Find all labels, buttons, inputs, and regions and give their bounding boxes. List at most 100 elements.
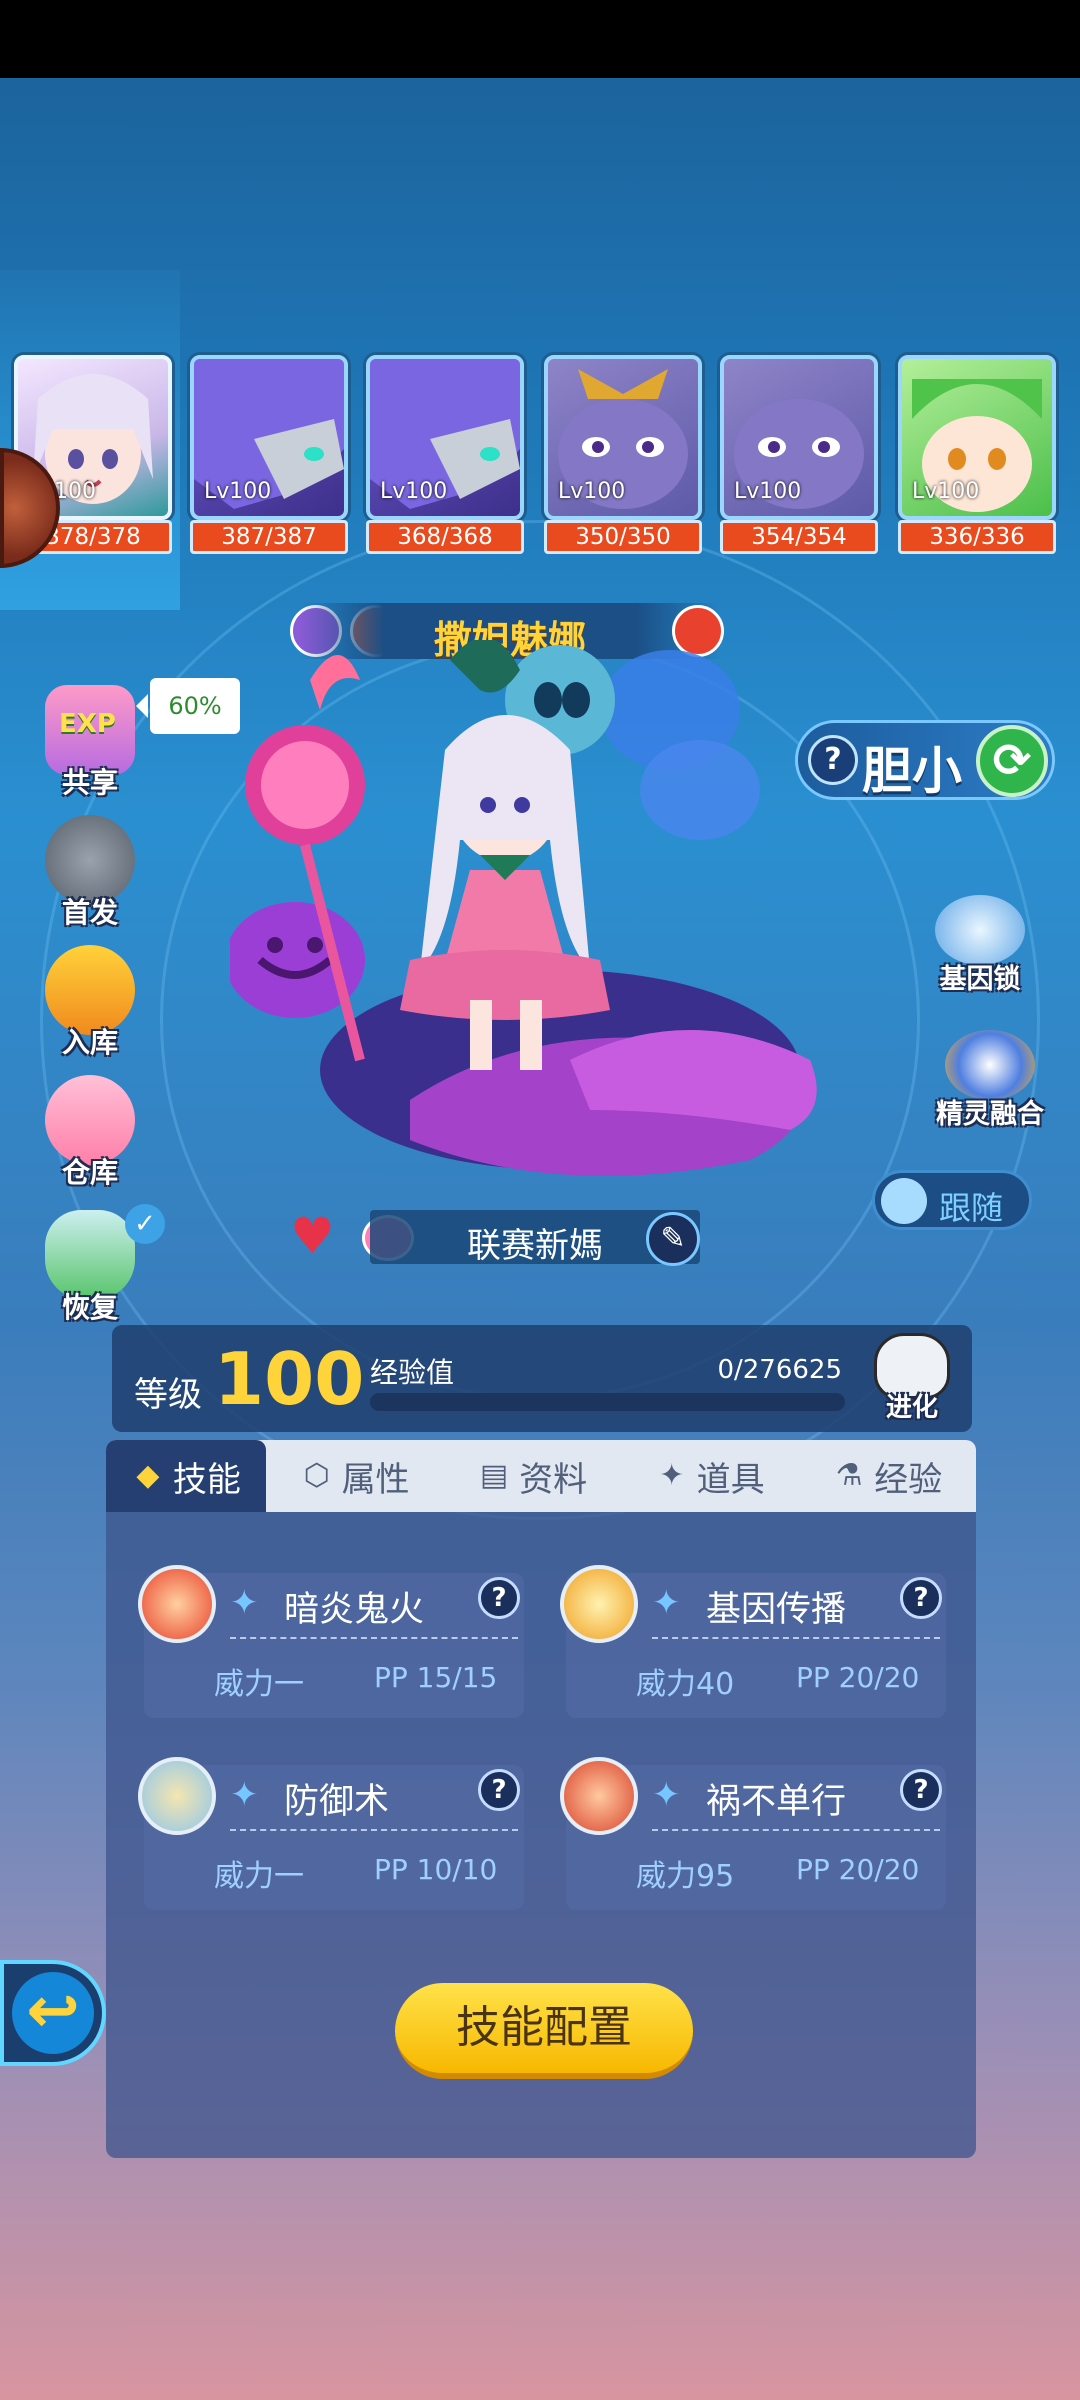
team-slot-hp: 350/350 xyxy=(544,520,702,554)
skill-power: 威力一 xyxy=(214,1667,304,1702)
recover-label: 恢复 xyxy=(61,1291,118,1324)
pin-icon: ✦ xyxy=(230,1583,259,1623)
tab-skills[interactable]: ◆ 技能 xyxy=(106,1440,266,1512)
skill-card[interactable]: ✦ 基因传播 ? 威力40 PP 20/20 xyxy=(560,1565,946,1718)
pin-icon: ✦ xyxy=(659,1458,685,1493)
skill-card[interactable]: ✦ 暗炎鬼火 ? 威力一 PP 15/15 xyxy=(138,1565,524,1718)
skill-power: 威力95 xyxy=(636,1859,735,1894)
skill-pp: PP 20/20 xyxy=(796,1661,920,1694)
gene-lock-icon xyxy=(935,895,1025,965)
skill-help-icon[interactable]: ? xyxy=(900,1769,942,1811)
team-slot-level: 100 xyxy=(54,479,96,504)
tab-items[interactable]: ✦ 道具 xyxy=(621,1440,799,1512)
exp-label: 经验值 xyxy=(370,1356,455,1389)
warehouse-button[interactable]: 仓库 xyxy=(40,1075,140,1191)
skill-pp: PP 20/20 xyxy=(796,1853,920,1886)
clipboard-icon: ▤ xyxy=(479,1458,509,1493)
pet-character-art xyxy=(230,640,817,1176)
level-bar: 等级 100 经验值 0/276625 进化 xyxy=(112,1325,972,1432)
skill-divider xyxy=(230,1829,518,1831)
ghost-skill-icon xyxy=(560,1757,638,1835)
skill-card[interactable]: ✦ 防御术 ? 威力一 PP 10/10 xyxy=(138,1757,524,1910)
tab-info[interactable]: ▤ 资料 xyxy=(443,1440,621,1512)
fusion-icon xyxy=(945,1030,1035,1100)
level-value: 100 xyxy=(214,1337,365,1421)
skill-card[interactable]: ✦ 祸不单行 ? 威力95 PP 20/20 xyxy=(560,1757,946,1910)
skill-power: 威力40 xyxy=(636,1667,735,1702)
skill-divider xyxy=(652,1829,940,1831)
trait-label: 胆小 xyxy=(862,742,962,800)
flame-skill-icon xyxy=(138,1565,216,1643)
gene-lock-label: 基因锁 xyxy=(939,964,1021,995)
tab-label: 资料 xyxy=(519,1459,588,1500)
edit-nickname-icon[interactable]: ✎ xyxy=(646,1212,700,1266)
skill-divider xyxy=(652,1637,940,1639)
tab-label: 道具 xyxy=(696,1459,765,1500)
skill-name: 祸不单行 xyxy=(706,1782,847,1822)
follow-label: 跟随 xyxy=(939,1189,1004,1227)
gene-lock-button[interactable]: 基因锁 xyxy=(920,895,1040,996)
evolve-button[interactable]: 进化 xyxy=(868,1333,956,1428)
tab-bar: ◆ 技能 ⬡ 属性 ▤ 资料 ✦ 道具 ⚗ 经验 xyxy=(106,1440,976,1512)
skill-name: 防御术 xyxy=(284,1782,390,1822)
skill-help-icon[interactable]: ? xyxy=(478,1769,520,1811)
skill-help-icon[interactable]: ? xyxy=(900,1577,942,1619)
team-strip: 100 378/378 Lv100 387/387 Lv100 368/368 xyxy=(0,355,1080,560)
team-slot-5[interactable]: Lv100 354/354 xyxy=(720,355,878,560)
exp-badge: EXP xyxy=(59,709,116,739)
exp-value: 0/276625 xyxy=(717,1355,842,1385)
team-slot-level: Lv100 xyxy=(558,479,626,504)
diamond-icon: ◆ xyxy=(136,1458,160,1493)
team-slot-level: Lv100 xyxy=(380,479,448,504)
recover-button[interactable]: ✓ 恢复 xyxy=(40,1204,165,1326)
team-slot-3[interactable]: Lv100 368/368 xyxy=(366,355,524,560)
store-button[interactable]: 入库 xyxy=(40,945,140,1061)
pin-icon: ✦ xyxy=(652,1775,681,1815)
status-bar xyxy=(0,0,1080,78)
team-slot-hp: 336/336 xyxy=(898,520,1056,554)
skill-power: 威力一 xyxy=(214,1859,304,1894)
pin-icon: ✦ xyxy=(652,1583,681,1623)
trait-refresh-icon[interactable]: ⟳ xyxy=(976,725,1048,797)
team-slot-level: Lv100 xyxy=(912,479,980,504)
skill-pp: PP 15/15 xyxy=(374,1661,498,1694)
team-slot-hp: 387/387 xyxy=(190,520,348,554)
skill-name: 暗炎鬼火 xyxy=(284,1590,425,1630)
warehouse-label: 仓库 xyxy=(61,1156,118,1189)
share-button[interactable]: EXP 共享 xyxy=(40,685,140,801)
share-label: 共享 xyxy=(61,766,118,799)
tab-experience[interactable]: ⚗ 经验 xyxy=(798,1440,976,1512)
skill-pp: PP 10/10 xyxy=(374,1853,498,1886)
back-arrow-icon: ↩ xyxy=(12,1972,94,2054)
favorite-heart-icon[interactable]: ♥ xyxy=(290,1211,340,1261)
back-button[interactable]: ↩ xyxy=(0,1960,106,2066)
tab-attributes[interactable]: ⬡ 属性 xyxy=(266,1440,444,1512)
team-slot-level: Lv100 xyxy=(734,479,802,504)
exp-progress-track xyxy=(370,1393,845,1411)
skill-config-button[interactable]: 技能配置 xyxy=(395,1983,693,2079)
check-icon: ✓ xyxy=(125,1204,165,1244)
evolve-label: 进化 xyxy=(885,1393,938,1423)
first-button[interactable]: 首发 xyxy=(40,815,140,931)
pin-icon: ✦ xyxy=(230,1775,259,1815)
level-label: 等级 xyxy=(134,1375,202,1415)
team-slot-6[interactable]: Lv100 336/336 xyxy=(898,355,1056,560)
tab-label: 属性 xyxy=(341,1459,410,1500)
hexagon-icon: ⬡ xyxy=(303,1458,330,1493)
team-slot-hp: 354/354 xyxy=(720,520,878,554)
tab-label: 技能 xyxy=(172,1459,241,1500)
flask-icon: ⚗ xyxy=(835,1458,863,1493)
follow-toggle-knob xyxy=(881,1178,927,1224)
team-slot-level: Lv100 xyxy=(204,479,272,504)
fusion-button[interactable]: 精灵融合 xyxy=(930,1030,1050,1131)
skill-help-icon[interactable]: ? xyxy=(478,1577,520,1619)
first-label: 首发 xyxy=(61,896,118,929)
share-percent-bubble: 60% xyxy=(136,678,240,734)
team-slot-4[interactable]: Lv100 350/350 xyxy=(544,355,702,560)
skill-divider xyxy=(230,1637,518,1639)
team-slot-hp: 368/368 xyxy=(366,520,524,554)
team-slot-2[interactable]: Lv100 387/387 xyxy=(190,355,348,560)
fusion-label: 精灵融合 xyxy=(936,1099,1044,1130)
follow-toggle[interactable]: 跟随 xyxy=(872,1170,1032,1230)
skill-name: 基因传播 xyxy=(706,1590,847,1630)
